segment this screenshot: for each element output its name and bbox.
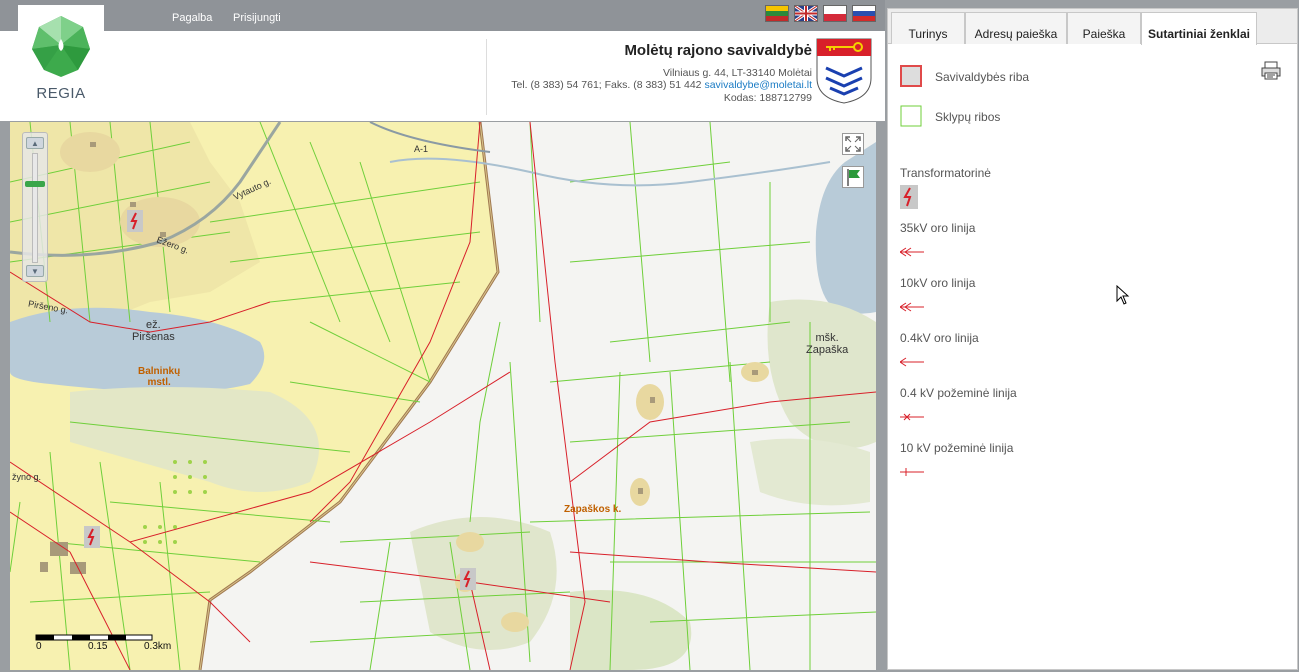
- transformer-icon[interactable]: [127, 210, 143, 232]
- russian-flag[interactable]: [852, 5, 876, 22]
- transformer-icon: [900, 185, 918, 209]
- app-window: Pagalba Prisijungti REGIA Molėtų rajono …: [0, 0, 1299, 672]
- header: Molėtų rajono savivaldybė Vilniaus g. 44…: [0, 31, 885, 121]
- line-10kv-icon: [900, 302, 924, 312]
- municipality-name: Molėtų rajono savivaldybė: [624, 42, 812, 59]
- tab-bar: Turinys Adresų paieška Paieška Sutartini…: [888, 9, 1297, 45]
- zapaskos-label: Zapaškos k.: [564, 504, 622, 515]
- regia-emblem-icon: [32, 16, 90, 77]
- map-view[interactable]: ež. Piršenas Balninkų mstl. mšk. Zapaška…: [10, 122, 876, 670]
- scale-label: 0.3km: [144, 641, 172, 652]
- top-bar: Pagalba Prisijungti: [0, 0, 885, 31]
- zoom-out-button[interactable]: ▼: [26, 265, 44, 277]
- tab-legend[interactable]: Sutartiniai ženklai: [1141, 12, 1257, 45]
- regia-logo[interactable]: REGIA: [18, 5, 104, 107]
- polish-flag[interactable]: [823, 5, 847, 22]
- mouse-cursor-icon: [1116, 285, 1130, 305]
- legend-label-10kv: 10kV oro linija: [900, 276, 976, 290]
- municipality-address: Vilniaus g. 44, LT-33140 Molėtai: [662, 67, 812, 79]
- phone-numbers: Tel. (8 383) 54 761; Faks. (8 383) 51 44…: [511, 79, 702, 91]
- tab-contents[interactable]: Turinys: [891, 12, 965, 44]
- road-a1-label: A-1: [414, 144, 429, 154]
- logo-text: REGIA: [36, 85, 86, 102]
- street-zyno-label: žyno g.: [12, 472, 42, 482]
- coat-of-arms-icon: [816, 38, 872, 104]
- transformer-icon[interactable]: [84, 526, 100, 548]
- legend-label-transformer: Transformatorinė: [900, 166, 991, 180]
- zoom-slider-track[interactable]: [32, 153, 38, 263]
- village-label: mšk. Zapaška: [806, 332, 849, 356]
- lake-label: ež. Piršenas: [132, 319, 175, 343]
- legend-label-underground-10kv: 10 kV požeminė linija: [900, 441, 1014, 455]
- underground-04kv-icon: [900, 413, 924, 421]
- help-link[interactable]: Pagalba: [172, 12, 212, 24]
- login-link[interactable]: Prisijungti: [233, 12, 281, 24]
- tab-address-search[interactable]: Adresų paieška: [965, 12, 1067, 44]
- tab-search[interactable]: Paieška: [1067, 12, 1141, 44]
- lithuanian-flag[interactable]: [765, 5, 789, 22]
- fullscreen-icon[interactable]: [842, 133, 864, 155]
- municipality-code: Kodas: 188712799: [723, 92, 812, 104]
- legend-label-municipality-boundary: Savivaldybės riba: [935, 70, 1030, 84]
- flag-icon[interactable]: [842, 166, 864, 188]
- legend-label-parcel-boundary: Sklypų ribos: [935, 110, 1001, 124]
- zoom-in-button[interactable]: ▲: [26, 137, 44, 149]
- underground-10kv-icon: [900, 468, 924, 476]
- line-04kv-icon: [900, 357, 924, 367]
- parcel-boundary-icon: [900, 105, 922, 127]
- municipality-boundary-icon: [900, 65, 922, 87]
- transformer-icon[interactable]: [460, 568, 476, 590]
- legend-label-underground-04kv: 0.4 kV požeminė linija: [900, 386, 1017, 400]
- uk-flag[interactable]: [794, 5, 818, 22]
- line-35kv-icon: [900, 247, 924, 257]
- legend-label-04kv: 0.4kV oro linija: [900, 331, 979, 345]
- scale-label: 0.15: [88, 641, 108, 652]
- scale-label: 0: [36, 641, 42, 652]
- header-divider: [486, 39, 487, 115]
- zoom-slider-handle[interactable]: [25, 181, 45, 187]
- zoom-control: ▲ ▼: [22, 132, 48, 282]
- side-panel: Turinys Adresų paieška Paieška Sutartini…: [887, 8, 1298, 670]
- map-canvas[interactable]: [10, 122, 876, 670]
- town-label: Balninkų mstl.: [138, 366, 181, 388]
- email-link[interactable]: savivaldybe@moletai.lt: [704, 79, 812, 91]
- municipality-contacts: Tel. (8 383) 54 761; Faks. (8 383) 51 44…: [511, 79, 812, 91]
- print-icon[interactable]: [1261, 61, 1281, 80]
- legend-label-35kv: 35kV oro linija: [900, 221, 976, 235]
